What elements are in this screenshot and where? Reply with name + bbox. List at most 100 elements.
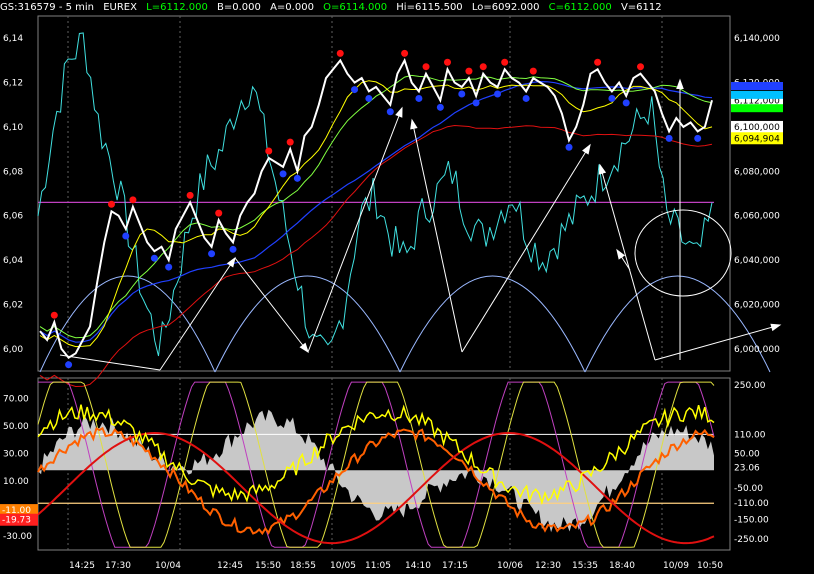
osc-axis-tick-left: 70.00 xyxy=(3,395,29,405)
price-axis-tick-right: 6,020,000 xyxy=(734,300,780,310)
price-axis-tick-left: 6,08 xyxy=(3,167,23,177)
swing-low-dot xyxy=(293,174,301,182)
swing-low-dot xyxy=(208,250,216,258)
time-axis-tick: 17:30 xyxy=(105,561,131,571)
osc-axis-tick-left: 10.00 xyxy=(3,477,29,487)
price-axis-tick-right: 6,060,000 xyxy=(734,212,780,222)
swing-high-dot xyxy=(465,67,473,75)
swing-high-dot xyxy=(501,58,509,66)
trend-arrow-line xyxy=(159,257,236,371)
swing-low-dot xyxy=(565,143,573,151)
price-axis-tick-left: 6,14 xyxy=(3,34,23,44)
time-axis-tick: 17:15 xyxy=(442,561,468,571)
time-axis-tick: 14:10 xyxy=(405,561,431,571)
osc-axis-tick-right: -150.00 xyxy=(734,516,769,526)
time-axis-tick: 18:55 xyxy=(290,561,316,571)
price-panel[interactable] xyxy=(37,15,731,372)
swing-low-dot xyxy=(622,99,630,107)
highlight-circle xyxy=(634,209,732,297)
swing-high-dot xyxy=(50,311,58,319)
time-axis-tick: 11:05 xyxy=(365,561,391,571)
swing-low-dot xyxy=(608,94,616,102)
indicator-badge xyxy=(731,82,783,90)
osc-axis-tick-right: -50.00 xyxy=(734,484,763,494)
arrow-head xyxy=(676,78,684,89)
arrow-head xyxy=(770,323,782,332)
time-axis-tick: 10/05 xyxy=(330,561,356,571)
swing-high-dot xyxy=(336,49,344,57)
swing-low-dot xyxy=(386,108,394,116)
cycle-arc xyxy=(584,275,771,373)
cycle-arc xyxy=(39,275,216,373)
swing-high-dot xyxy=(186,191,194,199)
time-axis-tick: 10/06 xyxy=(497,561,523,571)
swing-high-dot xyxy=(422,63,430,71)
arrow-head xyxy=(598,163,607,175)
time-axis-tick: 15:50 xyxy=(255,561,281,571)
arrow-head xyxy=(299,342,309,354)
swing-low-dot xyxy=(365,94,373,102)
swing-low-dot xyxy=(472,99,480,107)
price-axis-tick-right: 6,080,000 xyxy=(734,167,780,177)
swing-low-dot xyxy=(694,134,702,142)
swing-high-dot xyxy=(215,209,223,217)
swing-low-dot xyxy=(150,254,158,262)
swing-high-dot xyxy=(107,200,115,208)
red-moving-average xyxy=(39,124,713,388)
time-axis-tick: 14:25 xyxy=(69,561,95,571)
trend-arrow-line xyxy=(411,119,463,353)
indicator-badge xyxy=(731,90,783,99)
swing-high-dot xyxy=(129,196,137,204)
osc-axis-tick-right: -250.00 xyxy=(734,535,769,545)
swing-high-dot xyxy=(594,58,602,66)
trend-arrow-line xyxy=(599,164,656,361)
swing-low-dot xyxy=(122,232,130,240)
swing-high-dot xyxy=(401,49,409,57)
arrow-head xyxy=(410,118,418,130)
time-axis-tick: 10/09 xyxy=(663,561,689,571)
price-badge-label: 6,094,904 xyxy=(734,134,780,144)
osc-axis-tick-right: 250.00 xyxy=(734,381,766,391)
swing-high-dot xyxy=(529,67,537,75)
swing-low-dot xyxy=(436,103,444,111)
price-chart[interactable]: 6,14 6,12 6,10 6,08 6,06 6,04 6,02 6,00 6,140,0… xyxy=(0,0,814,574)
time-axis-tick: 10/04 xyxy=(155,561,181,571)
arrow-head xyxy=(616,248,626,260)
swing-high-dot xyxy=(479,63,487,71)
osc-badge-label: -19.73 xyxy=(2,516,31,526)
trend-arrow-line xyxy=(234,257,309,353)
cycle-arc xyxy=(399,275,586,373)
time-axis-tick: 12:45 xyxy=(217,561,243,571)
swing-low-dot xyxy=(279,170,287,178)
swing-high-dot xyxy=(637,63,645,71)
swing-low-dot xyxy=(665,134,673,142)
time-axis-tick: 18:40 xyxy=(609,561,635,571)
arrow-head xyxy=(395,106,403,118)
price-axis-tick-left: 6,04 xyxy=(3,256,23,266)
swing-low-dot xyxy=(415,94,423,102)
swing-low-dot xyxy=(229,245,237,253)
swing-high-dot xyxy=(265,147,273,155)
osc-axis-tick-left: -30.00 xyxy=(3,532,32,542)
osc-axis-tick-left: 30.00 xyxy=(3,450,29,460)
price-badge-label: 6,100,000 xyxy=(734,123,780,133)
time-axis-tick: 12:30 xyxy=(535,561,561,571)
swing-low-dot xyxy=(351,86,359,94)
time-axis-tick: 10:50 xyxy=(697,561,723,571)
trend-arrow-line xyxy=(461,144,591,353)
swing-low-dot xyxy=(458,90,466,98)
swing-high-dot xyxy=(443,58,451,66)
swing-low-dot xyxy=(494,90,502,98)
price-axis-tick-right: 6,040,000 xyxy=(734,256,780,266)
trend-line xyxy=(59,354,161,371)
time-axis-tick: 15:35 xyxy=(572,561,598,571)
cycle-arc xyxy=(214,275,401,373)
osc-axis-tick-right: -110.00 xyxy=(734,499,769,509)
histogram-area xyxy=(38,409,714,533)
price-axis-tick-left: 6,06 xyxy=(3,212,23,222)
osc-axis-tick-right: 50.00 xyxy=(734,450,760,460)
swing-low-dot xyxy=(522,94,530,102)
indicator-badge xyxy=(731,104,783,113)
osc-axis-tick-right: 110.00 xyxy=(734,430,766,440)
osc-axis-tick-left: 50.00 xyxy=(3,422,29,432)
